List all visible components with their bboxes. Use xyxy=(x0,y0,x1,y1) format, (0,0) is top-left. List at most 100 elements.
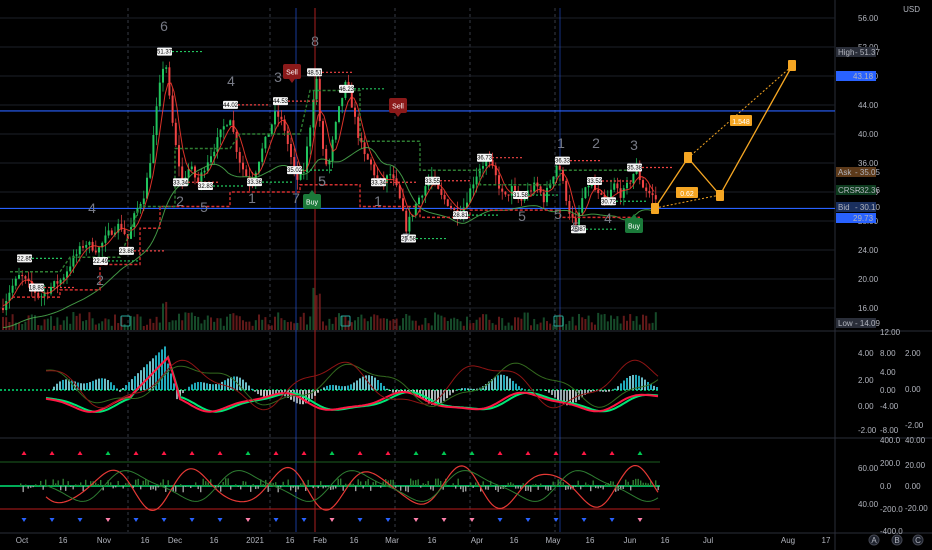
osc1-histogram-bar xyxy=(356,380,358,390)
volume-bar xyxy=(85,320,88,330)
time-tick: 17 xyxy=(822,536,831,545)
last-price-tag-value: - 32.36 xyxy=(855,186,880,195)
osc1-histogram-bar xyxy=(518,386,520,390)
osc2-histogram-bar xyxy=(22,486,24,493)
osc2-histogram-bar xyxy=(282,481,284,486)
osc2-histogram-bar xyxy=(360,481,362,486)
osc2-histogram-bar xyxy=(255,486,257,490)
osc2-histogram-bar xyxy=(342,486,344,491)
volume-bar xyxy=(325,325,328,330)
osc2-histogram-bar xyxy=(455,486,457,489)
volume-bar xyxy=(632,320,635,330)
time-tick: Dec xyxy=(168,536,182,545)
candle-body xyxy=(5,301,8,311)
volume-bar xyxy=(254,320,257,330)
candle-body xyxy=(366,154,369,160)
osc2-histogram-bar xyxy=(292,486,294,488)
volume-bar xyxy=(56,317,59,330)
volume-bar xyxy=(238,316,241,330)
volume-bar xyxy=(248,321,251,330)
signal-label: Buy xyxy=(628,224,641,231)
projection-point[interactable] xyxy=(716,190,724,201)
volume-bar xyxy=(293,323,296,330)
osc2-histogram-bar xyxy=(190,486,192,489)
osc1-histogram-bar xyxy=(329,385,331,390)
osc2-histogram-bar xyxy=(530,486,532,492)
candle-body xyxy=(453,208,456,211)
volume-bar xyxy=(114,314,116,330)
osc2-histogram-bar xyxy=(230,486,232,490)
candle-body xyxy=(94,250,97,253)
volume-bar xyxy=(440,315,443,330)
osc2-histogram-bar xyxy=(42,486,44,490)
osc2-histogram-bar xyxy=(25,484,27,486)
osc2-histogram-bar xyxy=(532,484,534,486)
candle-body xyxy=(235,131,238,152)
volume-bar xyxy=(370,316,372,330)
candle-body xyxy=(75,254,78,256)
candle-body xyxy=(238,151,241,163)
projection-point[interactable] xyxy=(651,203,659,214)
osc1-histogram-bar xyxy=(263,390,265,397)
osc2-tick: -400.0 xyxy=(880,527,903,536)
osc2-histogram-bar xyxy=(307,479,309,486)
osc2-histogram-bar xyxy=(352,483,354,486)
candle-body xyxy=(309,127,312,147)
osc2-histogram-bar xyxy=(612,481,614,486)
volume-bar xyxy=(443,317,446,330)
osc2-histogram-bar xyxy=(420,486,422,488)
osc1-histogram-bar xyxy=(215,384,217,390)
osc1-histogram-bar xyxy=(656,387,658,390)
candle-body xyxy=(555,165,558,177)
volume-bar xyxy=(338,313,340,330)
osc2-histogram-bar xyxy=(77,484,79,486)
wave-count-label: 5 xyxy=(518,208,526,224)
candle-body xyxy=(475,176,478,185)
osc1-histogram-bar xyxy=(200,382,202,390)
volume-bar xyxy=(27,315,30,330)
volume-bar xyxy=(261,319,264,330)
volume-bar xyxy=(565,324,568,330)
volume-bar xyxy=(485,314,488,330)
projection-point[interactable] xyxy=(684,152,692,163)
volume-bar xyxy=(651,322,654,330)
candle-body xyxy=(440,188,443,195)
osc1-histogram-bar xyxy=(173,383,175,390)
candle-body xyxy=(642,180,644,188)
osc2-histogram-bar xyxy=(82,486,84,491)
volume-bar xyxy=(62,320,65,330)
osc1-histogram-bar xyxy=(623,380,625,390)
osc1-histogram-bar xyxy=(251,388,253,390)
osc1-histogram-bar xyxy=(593,390,595,392)
volume-bar xyxy=(536,324,539,330)
osc2-histogram-bar xyxy=(405,486,407,492)
projection-point[interactable] xyxy=(788,60,796,71)
candle-body xyxy=(302,171,305,173)
osc1-histogram-bar xyxy=(326,385,328,390)
osc1-histogram-bar xyxy=(194,382,196,390)
osc2-histogram-bar xyxy=(380,486,382,488)
price-tick: 16.00 xyxy=(858,304,879,313)
osc1-histogram-bar xyxy=(380,382,382,390)
osc2-histogram-bar xyxy=(595,486,597,489)
osc1-histogram-bar xyxy=(110,382,112,390)
osc1-histogram-bar xyxy=(446,390,448,399)
osc2-histogram-bar xyxy=(252,483,254,486)
osc2-histogram-bar xyxy=(497,486,499,492)
osc1-histogram-bar xyxy=(113,385,115,390)
candle-body xyxy=(341,97,344,107)
time-tick: 16 xyxy=(286,536,295,545)
osc1-histogram-bar xyxy=(227,378,229,390)
volume-bar xyxy=(469,323,472,330)
osc1-histogram-bar xyxy=(164,346,166,390)
osc1-histogram-bar xyxy=(182,390,184,394)
osc1-histogram-bar xyxy=(209,384,211,390)
volume-bar xyxy=(242,320,244,330)
osc1-right-tick: -2.00 xyxy=(905,421,924,430)
candle-body xyxy=(286,130,289,145)
candle-body xyxy=(37,292,40,297)
osc1-histogram-bar xyxy=(143,367,145,390)
volume-bar xyxy=(642,314,644,330)
osc1-histogram-bar xyxy=(509,378,511,390)
trading-chart[interactable]: 22.85 18.83 22.49 23.88 51.37 33.34 32.83 44.02… xyxy=(0,0,932,550)
